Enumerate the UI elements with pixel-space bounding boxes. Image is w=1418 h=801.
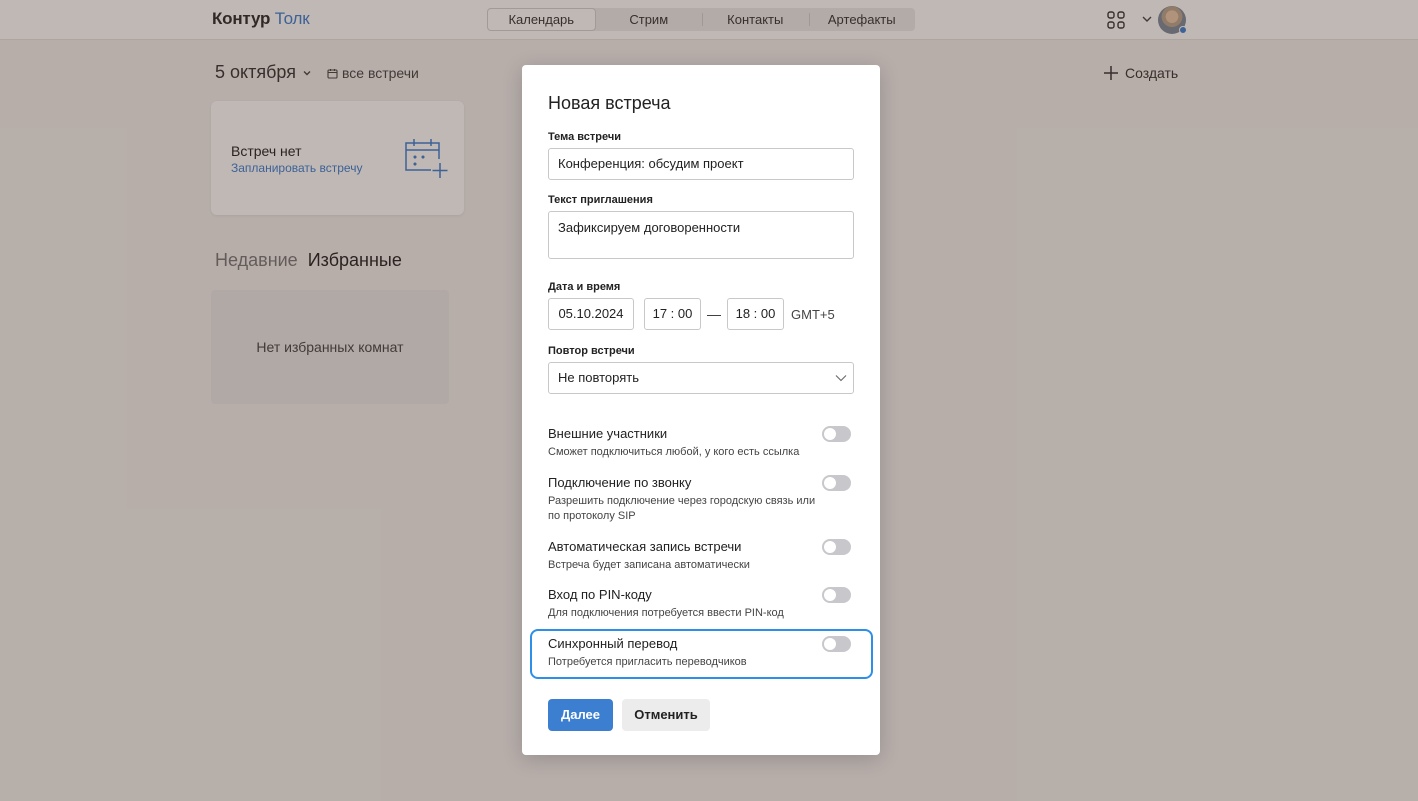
external-participants-subtitle: Сможет подключиться любой, у кого есть с…	[548, 446, 800, 458]
repeat-select[interactable]: Не повторять	[548, 362, 854, 394]
time-separator: —	[707, 306, 721, 322]
external-participants-toggle[interactable]	[822, 426, 851, 442]
external-participants-title: Внешние участники	[548, 426, 668, 441]
new-meeting-dialog: Новая встреча Тема встречи Конференция: …	[522, 65, 880, 755]
auto-record-subtitle: Встреча будет записана автоматически	[548, 559, 750, 571]
simultaneous-translation-title: Синхронный перевод	[548, 636, 678, 651]
timezone-label: GMT+5	[791, 306, 835, 322]
invite-label: Текст приглашения	[548, 194, 653, 206]
repeat-label: Повтор встречи	[548, 345, 635, 357]
dialog-title: Новая встреча	[548, 93, 671, 113]
phone-connection-subtitle: Разрешить подключение через городскую св…	[548, 495, 816, 522]
simultaneous-translation-subtitle: Потребуется пригласить переводчиков	[548, 656, 747, 668]
invite-textarea[interactable]: Зафиксируем договоренности	[548, 211, 854, 259]
date-input[interactable]: 05.10.2024	[548, 298, 634, 330]
end-time-input[interactable]: 18 : 00	[727, 298, 784, 330]
cancel-button[interactable]: Отменить	[622, 699, 710, 731]
auto-record-title: Автоматическая запись встречи	[548, 539, 742, 554]
topic-label: Тема встречи	[548, 131, 622, 143]
pin-login-title: Вход по PIN-коду	[548, 587, 652, 602]
phone-connection-toggle[interactable]	[822, 475, 851, 491]
auto-record-toggle[interactable]	[822, 539, 851, 555]
datetime-label: Дата и время	[548, 281, 621, 293]
pin-login-subtitle: Для подключения потребуется ввести PIN-к…	[548, 607, 784, 619]
simultaneous-translation-toggle[interactable]	[822, 636, 851, 652]
repeat-value: Не повторять	[558, 370, 640, 385]
next-button[interactable]: Далее	[548, 699, 613, 731]
pin-login-toggle[interactable]	[822, 587, 851, 603]
start-time-input[interactable]: 17 : 00	[644, 298, 701, 330]
chevron-down-icon	[835, 375, 847, 382]
topic-input[interactable]: Конференция: обсудим проект	[548, 148, 854, 180]
phone-connection-title: Подключение по звонку	[548, 475, 692, 490]
datetime-row: 05.10.2024 17 : 00 — 18 : 00 GMT+5	[548, 298, 835, 330]
